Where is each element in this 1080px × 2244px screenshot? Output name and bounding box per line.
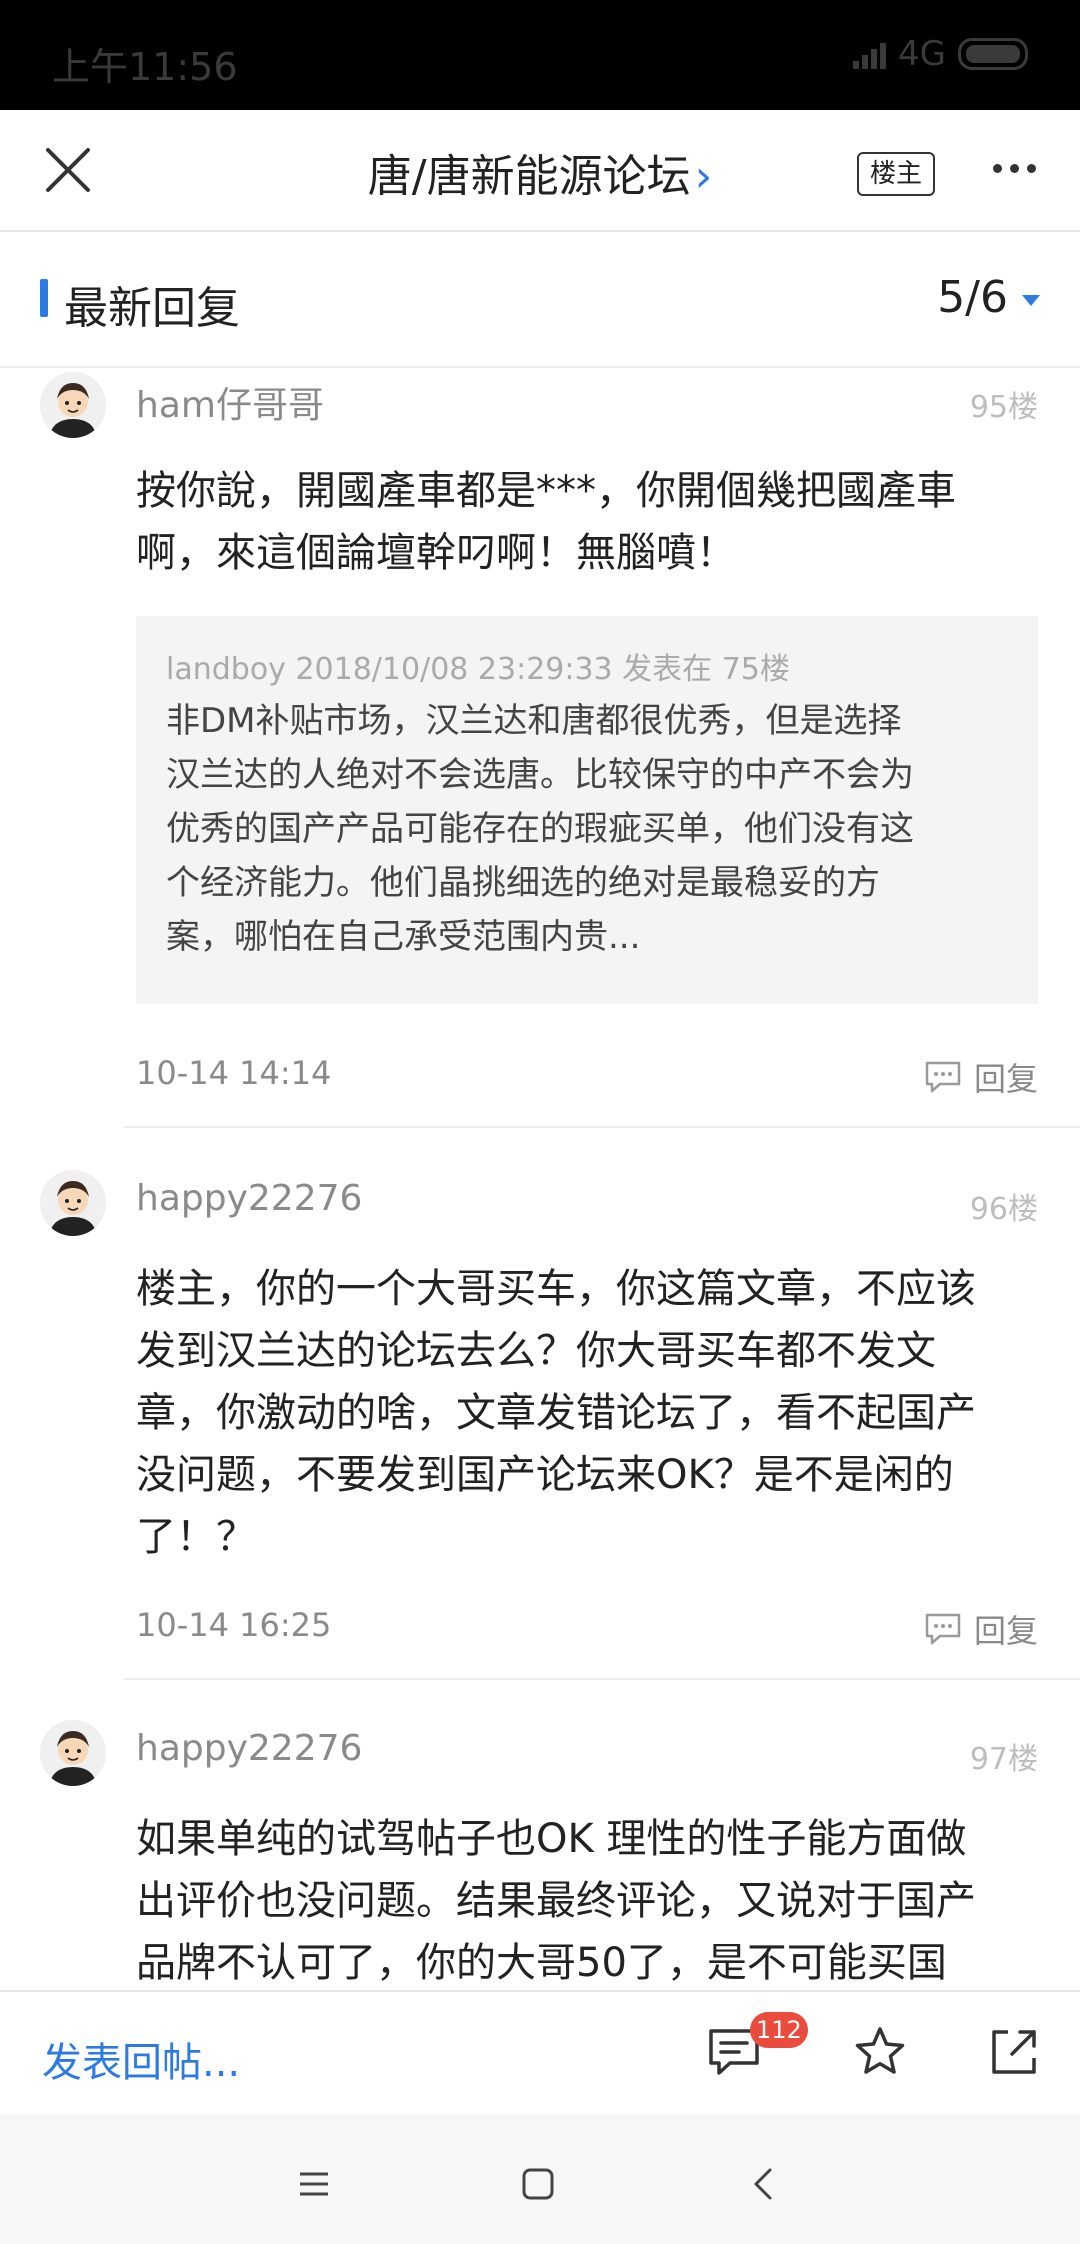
reply-post: happy22276 97楼 如果单纯的试驾帖子也OK 理性的性子能方面做 出评… [0, 1720, 1080, 1990]
section-header: 最新回复 5/6 [0, 232, 1080, 368]
comment-icon [925, 1613, 961, 1645]
reply-post: happy22276 96楼 楼主，你的一个大哥买车，你这篇文章，不应该 发到汉… [0, 1170, 1080, 1730]
quoted-post[interactable]: landboy 2018/10/08 23:29:33 发表在 75楼 非DM补… [136, 616, 1038, 1004]
status-bar: 上午11:56 4G [0, 0, 1080, 110]
post-line: 了！？ [136, 1514, 256, 1560]
post-line: 按你說，開國產車都是***，你開個幾把國產車 [136, 468, 956, 514]
more-dots-icon [993, 164, 1002, 173]
reply-label: 回复 [973, 1612, 1038, 1650]
owner-only-button[interactable]: 楼主 [857, 152, 935, 196]
post-line: 发到汉兰达的论坛去么？你大哥买车都不发文 [136, 1328, 936, 1374]
post-body: 如果单纯的试驾帖子也OK 理性的性子能方面做 出评价也没问题。结果最终评论，又说… [136, 1808, 1038, 1990]
post-line: 章，你激动的啥，文章发错论坛了，看不起国产 [136, 1390, 976, 1436]
status-icons: 4G [853, 34, 1028, 74]
divider [124, 1126, 1080, 1128]
floor-number: 96楼 [969, 1192, 1038, 1227]
nav-bar: 唐/唐新能源论坛› 楼主 [0, 110, 1080, 232]
avatar-icon [40, 1720, 106, 1786]
avatar[interactable] [40, 1720, 106, 1786]
share-button[interactable] [984, 2022, 1044, 2082]
system-nav-bar [0, 2114, 1080, 2244]
reply-button[interactable]: 回复 [924, 1606, 1038, 1652]
section-title: 最新回复 [64, 283, 240, 334]
star-icon [855, 2027, 905, 2074]
reply-list[interactable]: ham仔哥哥 95楼 按你說，開國產車都是***，你開個幾把國產車 啊，來這個論… [0, 368, 1080, 1990]
chevron-right-icon: › [694, 151, 713, 202]
post-time: 10-14 14:14 [136, 1054, 332, 1092]
more-menu-button[interactable] [993, 164, 1036, 173]
battery-icon [958, 38, 1028, 70]
compose-reply-input[interactable]: 发表回帖... [42, 2030, 240, 2088]
menu-button[interactable] [284, 2154, 344, 2214]
floor-number: 97楼 [969, 1742, 1038, 1777]
quote-line: 优秀的国产产品可能存在的瑕疵买单，他们没有这 [166, 809, 914, 849]
comment-count-badge: 112 [750, 2012, 808, 2048]
reply-label: 回复 [973, 1060, 1038, 1098]
quote-meta: landboy 2018/10/08 23:29:33 发表在 75楼 [166, 652, 790, 687]
post-line: 品牌不认可了，你的大哥50了，是不可能买国 [136, 1940, 947, 1986]
avatar[interactable] [40, 372, 106, 438]
post-line: 啊，來這個論壇幹叼啊！無腦噴！ [136, 530, 736, 576]
avatar-icon [40, 372, 106, 438]
avatar-icon [40, 1170, 106, 1236]
post-line: 出评价也没问题。结果最终评论，又说对于国产 [136, 1878, 976, 1924]
post-footer: 10-14 14:14 回复 [136, 1054, 1038, 1098]
forum-title: 唐/唐新能源论坛 [367, 151, 691, 202]
quote-line: 个经济能力。他们晶挑细选的绝对是最稳妥的方 [166, 863, 880, 903]
post-body: 楼主，你的一个大哥买车，你这篇文章，不应该 发到汉兰达的论坛去么？你大哥买车都不… [136, 1258, 1038, 1568]
favorite-button[interactable] [850, 2022, 910, 2082]
page-selector[interactable]: 5/6 [937, 272, 1040, 323]
reply-button[interactable]: 回复 [924, 1054, 1038, 1100]
back-button[interactable] [734, 2154, 794, 2214]
post-body: 按你說，開國產車都是***，你開個幾把國產車 啊，來這個論壇幹叼啊！無腦噴！ [136, 460, 1038, 584]
username[interactable]: happy22276 [136, 1178, 362, 1219]
avatar[interactable] [40, 1170, 106, 1236]
home-button[interactable] [508, 2154, 568, 2214]
post-line: 没问题，不要发到国产论坛来OK？是不是闲的 [136, 1452, 954, 1498]
floor-number: 95楼 [969, 390, 1038, 425]
post-line: 如果单纯的试驾帖子也OK 理性的性子能方面做 [136, 1816, 967, 1862]
back-icon [754, 2168, 772, 2200]
username[interactable]: ham仔哥哥 [136, 376, 324, 428]
quote-line: 案，哪怕在自己承受范围内贵... [166, 917, 641, 957]
share-icon [992, 2030, 1036, 2074]
post-footer: 10-14 16:25 回复 [136, 1606, 1038, 1650]
username[interactable]: happy22276 [136, 1728, 362, 1769]
network-type: 4G [898, 34, 946, 74]
status-time: 上午11:56 [52, 45, 238, 89]
post-line: 楼主，你的一个大哥买车，你这篇文章，不应该 [136, 1266, 976, 1312]
bottom-action-bar: 发表回帖... 112 [0, 1990, 1080, 2116]
menu-icon [300, 2172, 328, 2196]
quote-text: 非DM补贴市场，汉兰达和唐都很优秀，但是选择 汉兰达的人绝对不会选唐。比较保守的… [166, 694, 1008, 964]
section-accent-bar [40, 279, 48, 317]
quote-line: 非DM补贴市场，汉兰达和唐都很优秀，但是选择 [166, 701, 902, 741]
divider [124, 1678, 1080, 1680]
signal-icon [853, 39, 887, 69]
caret-down-icon [1022, 294, 1040, 306]
home-icon [522, 2168, 554, 2200]
post-time: 10-14 16:25 [136, 1606, 332, 1644]
comment-icon [925, 1061, 961, 1093]
quote-line: 汉兰达的人绝对不会选唐。比较保守的中产不会为 [166, 755, 914, 795]
reply-post: ham仔哥哥 95楼 按你說，開國產車都是***，你開個幾把國產車 啊，來這個論… [0, 368, 1080, 1128]
page-indicator: 5/6 [937, 272, 1008, 323]
